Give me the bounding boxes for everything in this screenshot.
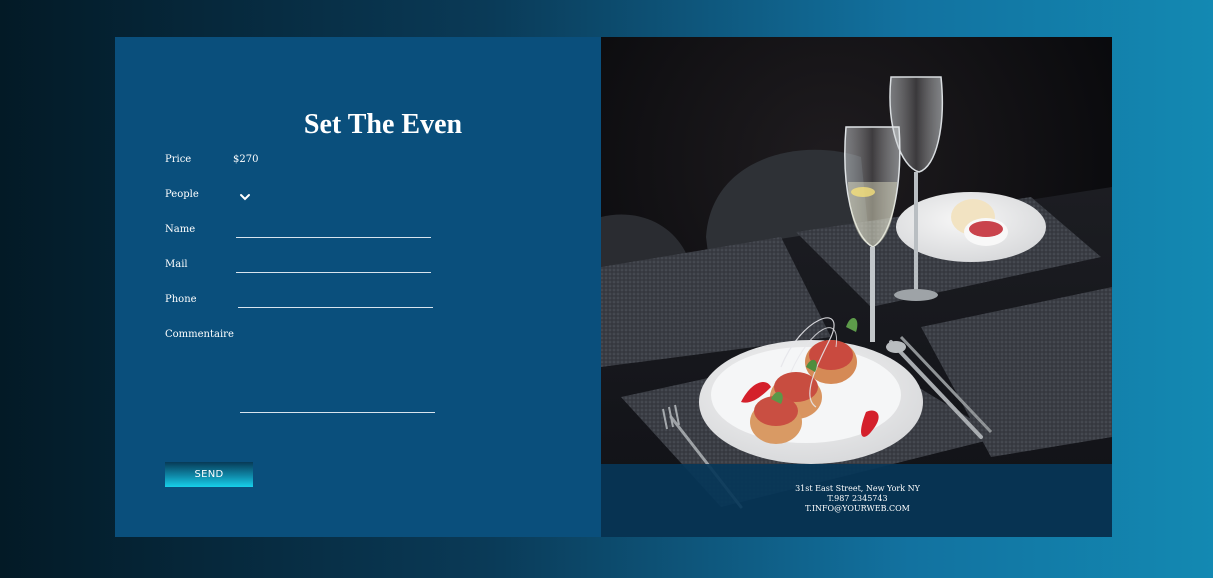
- price-value: $270: [233, 154, 259, 165]
- comment-field[interactable]: [240, 412, 435, 413]
- mail-field[interactable]: [236, 272, 431, 273]
- event-form: Set The Even Price $270 People Name Mail…: [115, 37, 601, 537]
- contact-info: 31st East Street, New York NY T.987 2345…: [601, 464, 1112, 537]
- dessert-table-image: [601, 37, 1112, 537]
- address-text: 31st East Street, New York NY: [795, 484, 920, 493]
- phone-field[interactable]: [238, 307, 433, 308]
- name-label: Name: [165, 224, 196, 235]
- mail-label: Mail: [165, 259, 188, 270]
- phone-label: Phone: [165, 294, 197, 305]
- send-button[interactable]: SEND: [165, 462, 253, 487]
- chevron-down-icon: [240, 194, 250, 201]
- email-text: T.INFO@YOURWEB.COM: [805, 504, 910, 513]
- phone-text: T.987 2345743: [827, 494, 888, 503]
- event-card: Set The Even Price $270 People Name Mail…: [115, 37, 1112, 537]
- people-label: People: [165, 189, 199, 200]
- people-select[interactable]: [239, 188, 251, 201]
- restaurant-photo: 31st East Street, New York NY T.987 2345…: [601, 37, 1112, 537]
- form-title: Set The Even: [303, 109, 463, 140]
- name-field[interactable]: [236, 237, 431, 238]
- price-label: Price: [165, 154, 192, 165]
- comment-label: Commentaire: [165, 329, 234, 340]
